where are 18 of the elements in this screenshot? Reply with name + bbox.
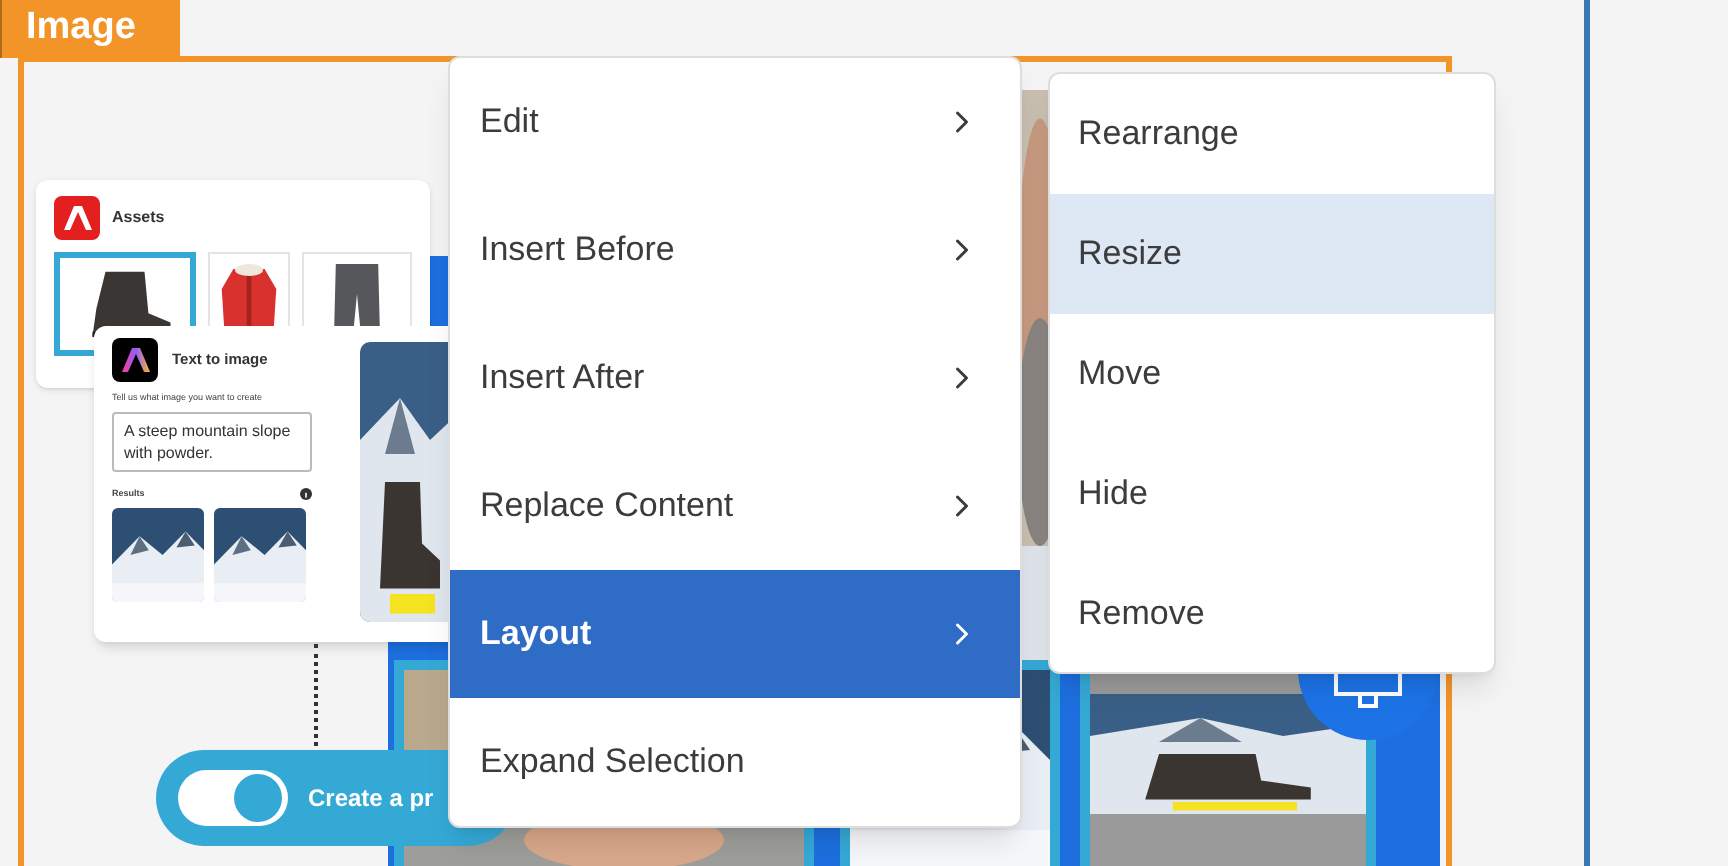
menu-item[interactable]: Rearrange [1050, 74, 1494, 194]
logo-icon [54, 196, 100, 240]
card-title: Assets [112, 206, 165, 230]
menu-item[interactable]: Remove [1050, 554, 1494, 672]
menu-item[interactable]: Edit [450, 58, 1020, 186]
toggle-label: Create a pr [308, 782, 434, 816]
menu-item[interactable]: Resize [1050, 194, 1494, 314]
menu-item[interactable]: Expand Selection [450, 698, 1020, 826]
info-icon [300, 488, 312, 501]
menu-item[interactable]: Layout [450, 570, 1020, 698]
menu-item[interactable]: Insert After [450, 314, 1020, 442]
menu-item[interactable]: Hide [1050, 434, 1494, 554]
toggle-switch[interactable] [178, 770, 288, 826]
logo-icon [112, 338, 158, 382]
menu-item[interactable]: Replace Content [450, 442, 1020, 570]
menu-item[interactable]: Move [1050, 314, 1494, 434]
menu-item[interactable]: Insert Before [450, 186, 1020, 314]
prompt-field[interactable]: A steep mountain slope with powder. [112, 411, 312, 472]
